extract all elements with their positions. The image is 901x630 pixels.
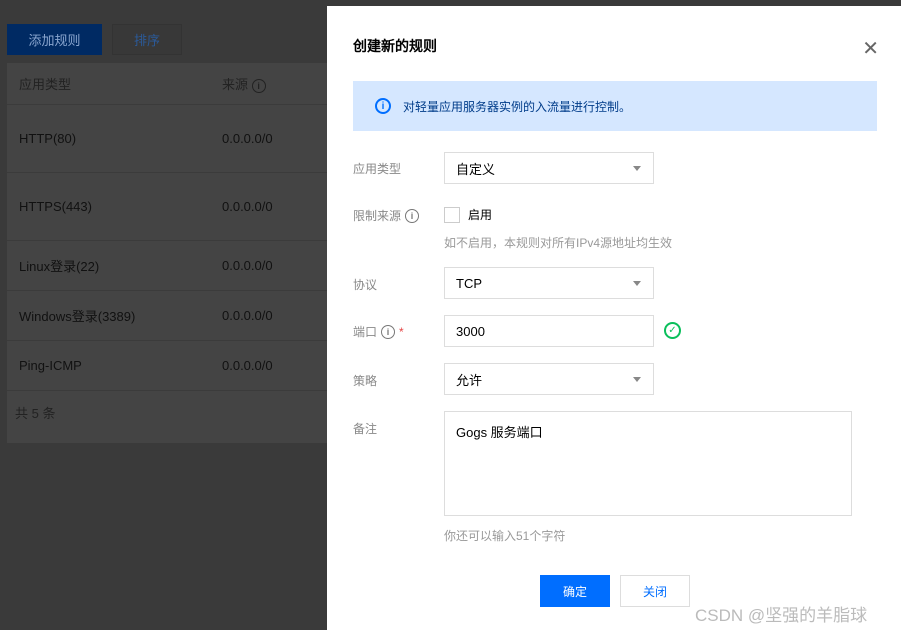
table-footer: 共 5 条 <box>7 391 327 433</box>
enable-checkbox[interactable]: 启用 <box>444 206 492 223</box>
protocol-label: 协议 <box>353 278 378 292</box>
watermark: CSDN @坚强的羊脂球 <box>695 606 868 625</box>
dialog-title: 创建新的规则 <box>353 38 437 54</box>
sort-button[interactable]: 排序 <box>112 24 182 55</box>
table-row: HTTPS(443) 0.0.0.0/0 <box>7 173 327 241</box>
required-mark: * <box>399 324 404 339</box>
cell-type: Linux登录(22) <box>19 259 100 274</box>
chevron-down-icon <box>633 281 641 286</box>
app-type-select[interactable]: 自定义 <box>444 152 654 184</box>
info-icon: i <box>375 98 391 114</box>
create-rule-dialog: 创建新的规则 ✕ i 对轻量应用服务器实例的入流量进行控制。 应用类型 自定义 限… <box>327 6 901 630</box>
protocol-select[interactable]: TCP <box>444 267 654 299</box>
port-input[interactable]: 3000 <box>444 315 654 347</box>
checkbox-box[interactable] <box>444 206 460 223</box>
port-text: 端口 <box>353 325 378 339</box>
remark-textarea[interactable]: Gogs 服务端口 <box>444 411 852 516</box>
app-type-value: 自定义 <box>456 161 496 177</box>
info-icon[interactable]: i <box>405 208 420 223</box>
protocol-value: TCP <box>456 275 482 291</box>
enable-hint: 如不启用，本规则对所有IPv4源地址均生效 <box>444 236 673 250</box>
chevron-down-icon <box>633 166 641 171</box>
confirm-button[interactable]: 确定 <box>540 575 610 607</box>
info-banner: i 对轻量应用服务器实例的入流量进行控制。 <box>353 81 877 131</box>
policy-label: 策略 <box>353 374 378 388</box>
port-label: 端口 i * <box>353 323 404 340</box>
table-row: Linux登录(22) 0.0.0.0/0 <box>7 241 327 291</box>
close-icon[interactable]: ✕ <box>862 36 879 61</box>
col-source: 来源 i <box>222 74 266 93</box>
table-header: 应用类型 来源 i <box>7 63 327 105</box>
remark-hint: 你还可以输入51个字符 <box>444 529 566 543</box>
cell-type: Ping-ICMP <box>19 358 82 373</box>
rules-table: 应用类型 来源 i HTTP(80) 0.0.0.0/0 HTTPS(443) 0.… <box>7 63 327 443</box>
limit-source-text: 限制来源 <box>353 209 402 223</box>
remark-label: 备注 <box>353 422 378 436</box>
col-type: 应用类型 <box>19 77 72 92</box>
cell-source: 0.0.0.0/0 <box>222 258 273 273</box>
cell-source: 0.0.0.0/0 <box>222 358 273 373</box>
check-circle-icon: ✓ <box>664 322 681 339</box>
table-row: Ping-ICMP 0.0.0.0/0 <box>7 341 327 391</box>
cell-source: 0.0.0.0/0 <box>222 308 273 323</box>
table-row: HTTP(80) 0.0.0.0/0 <box>7 105 327 173</box>
port-value: 3000 <box>456 323 485 339</box>
policy-select[interactable]: 允许 <box>444 363 654 395</box>
limit-source-label: 限制来源 i <box>353 207 420 224</box>
add-rule-button[interactable]: 添加规则 <box>7 24 102 55</box>
cell-type: Windows登录(3389) <box>19 309 136 324</box>
close-button[interactable]: 关闭 <box>620 575 690 607</box>
cell-type: HTTP(80) <box>19 131 77 146</box>
app-type-label: 应用类型 <box>353 162 402 176</box>
cell-source: 0.0.0.0/0 <box>222 199 273 214</box>
info-icon[interactable]: i <box>251 79 266 93</box>
col-source-label: 来源 <box>222 77 249 92</box>
total-count: 共 5 条 <box>15 405 56 421</box>
info-icon[interactable]: i <box>381 324 396 339</box>
table-row: Windows登录(3389) 0.0.0.0/0 <box>7 291 327 341</box>
policy-value: 允许 <box>456 372 483 388</box>
info-text: 对轻量应用服务器实例的入流量进行控制。 <box>403 99 632 114</box>
chevron-down-icon <box>633 377 641 382</box>
cell-type: HTTPS(443) <box>19 199 92 214</box>
cell-source: 0.0.0.0/0 <box>222 131 273 146</box>
enable-label: 启用 <box>468 208 493 222</box>
